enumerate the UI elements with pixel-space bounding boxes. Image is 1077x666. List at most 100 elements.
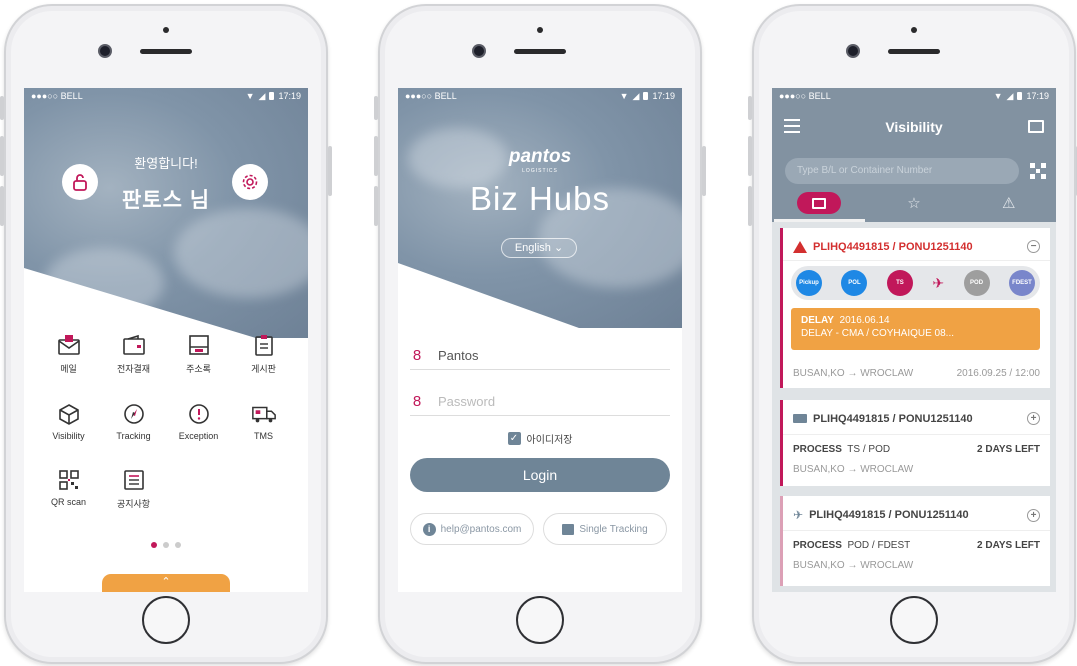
single-tracking-button[interactable]: Single Tracking: [543, 513, 667, 545]
menu-board[interactable]: 게시판: [231, 332, 296, 375]
days-left: 2 DAYS LEFT: [977, 540, 1040, 551]
page-dot[interactable]: [163, 542, 169, 548]
menu-label: 메일: [60, 364, 77, 374]
page-dot-active[interactable]: [151, 542, 157, 548]
menu-tms[interactable]: TMS: [231, 401, 296, 441]
process-label: PROCESS: [793, 540, 842, 551]
help-email-button[interactable]: i help@pantos.com: [410, 513, 534, 545]
delay-alert: DELAY 2016.06.14 DELAY - CMA / COYHAIQUE…: [791, 308, 1040, 350]
wifi-icon: ▼: [245, 91, 255, 101]
clipboard-icon: [251, 332, 277, 358]
expand-icon[interactable]: +: [1027, 412, 1040, 425]
remember-id[interactable]: ✓ 아이디저장: [398, 431, 682, 446]
step-pol: POL: [841, 270, 868, 296]
menu-label: 전자결재: [116, 364, 151, 374]
home-button[interactable]: [516, 596, 564, 644]
pull-up-tab[interactable]: ⌃: [102, 574, 230, 592]
mute-switch: [374, 96, 378, 120]
menu-label: Exception: [178, 431, 219, 441]
compass-icon: [121, 401, 147, 427]
brand-tagline: LOGISTICS: [522, 168, 558, 174]
menu-approval[interactable]: 전자결재: [101, 332, 166, 375]
menu-label: 주소록: [186, 364, 211, 374]
status-bar: ●●●○○ BELL ▼ ◢ 17:19: [398, 88, 682, 104]
password-field[interactable]: 8 Password: [410, 388, 670, 416]
shipment-card[interactable]: PLIHQ4491815 / PONU1251140 + PROCESS TS …: [780, 400, 1050, 486]
route-progress: Pickup POL TS ✈ POD FDEST: [791, 266, 1040, 300]
home-button[interactable]: [890, 596, 938, 644]
sensor: [911, 27, 917, 33]
status-bar: ●●●○○ BELL ▼ ◢ 17:19: [24, 88, 308, 104]
step-pickup: Pickup: [796, 270, 822, 296]
tab-alerts[interactable]: ⚠: [961, 188, 1056, 218]
phone-home: ●●●○○ BELL ▼ ◢ 17:19 환영합니다! 판토스 님 메일 전자결재 …: [0, 4, 332, 664]
search-input[interactable]: Type B/L or Container Number: [785, 158, 1019, 184]
wifi-icon: ▼: [993, 91, 1003, 101]
carrier: ●●●○○ BELL: [779, 91, 831, 101]
step-pod: POD: [963, 270, 990, 296]
menu-visibility[interactable]: Visibility: [36, 401, 101, 441]
phone-login: ●●●○○ BELL ▼ ◢ 17:19 pantos LOGISTICS Biz …: [374, 4, 706, 664]
single-tracking-label: Single Tracking: [579, 523, 648, 535]
page-title: Visibility: [885, 119, 943, 135]
earpiece: [888, 49, 940, 54]
language-select[interactable]: English ⌄: [501, 238, 577, 258]
username-field[interactable]: 8 Pantos: [410, 342, 670, 370]
checkbox-checked-icon[interactable]: ✓: [507, 432, 521, 445]
menu-address-book[interactable]: 주소록: [166, 332, 231, 375]
shipment-id: PLIHQ4491815 / PONU1251140: [809, 509, 969, 521]
app-menu-grid: 메일 전자결재 주소록 게시판 Visibility Tracking Exce…: [36, 332, 296, 510]
menu-exception[interactable]: Exception: [166, 401, 231, 441]
login-button[interactable]: Login: [410, 458, 670, 492]
volume-up-button: [748, 136, 752, 176]
folder-icon[interactable]: [1028, 120, 1044, 133]
front-camera: [100, 46, 110, 56]
delay-date: 2016.06.14: [839, 315, 890, 326]
route: BUSAN,KO → WROCLAW: [793, 560, 914, 571]
tab-bar: ☆ ⚠: [772, 188, 1056, 222]
volume-up-button: [374, 136, 378, 176]
step-fdest: FDEST: [1009, 270, 1035, 296]
lock-button[interactable]: [62, 164, 98, 200]
page-dot[interactable]: [175, 542, 181, 548]
star-icon: ☆: [907, 195, 921, 212]
tab-favorites[interactable]: ☆: [867, 188, 962, 218]
process-label: PROCESS: [793, 444, 842, 455]
language-label: English: [514, 242, 551, 254]
days-left: 2 DAYS LEFT: [977, 444, 1040, 455]
card-header: ✈ PLIHQ4491815 / PONU1251140 +: [793, 508, 1040, 522]
route-row: BUSAN,KO → WROCLAW 2016.09.25 / 12:00: [793, 368, 1040, 379]
earpiece: [514, 49, 566, 54]
plane-icon: ✈: [932, 274, 945, 291]
collapse-icon[interactable]: −: [1027, 240, 1040, 253]
sensor: [163, 27, 169, 33]
sensor: [537, 27, 543, 33]
menu-tracking[interactable]: Tracking: [101, 401, 166, 441]
settings-button[interactable]: [232, 164, 268, 200]
menu-label: Visibility: [52, 431, 85, 441]
menu-label: 공지사항: [116, 499, 151, 509]
volume-down-button: [748, 186, 752, 226]
battery-icon: [269, 92, 275, 100]
page-indicator: [24, 542, 308, 548]
shipment-card[interactable]: ✈ PLIHQ4491815 / PONU1251140 + PROCESS P…: [780, 496, 1050, 586]
qr-scan-icon[interactable]: [1030, 163, 1046, 179]
home-screen: ●●●○○ BELL ▼ ◢ 17:19 환영합니다! 판토스 님 메일 전자결재 …: [24, 88, 308, 592]
expand-icon[interactable]: +: [1027, 508, 1040, 522]
help-label: help@pantos.com: [440, 523, 522, 535]
menu-mail[interactable]: 메일: [36, 332, 101, 375]
shipment-card-delay[interactable]: PLIHQ4491815 / PONU1251140 − Pickup POL …: [780, 228, 1050, 388]
user-icon: 8: [412, 347, 422, 364]
menu-notice[interactable]: 공지사항: [101, 467, 166, 510]
card-header: PLIHQ4491815 / PONU1251140 −: [793, 240, 1040, 253]
wallet-icon: [121, 332, 147, 358]
menu-qr-scan[interactable]: QR scan: [36, 467, 101, 510]
tab-shipments[interactable]: [772, 188, 867, 222]
battery-icon: [1017, 92, 1023, 100]
home-button[interactable]: [142, 596, 190, 644]
step-ts: TS: [886, 270, 913, 296]
clock: 17:19: [278, 91, 301, 101]
route: BUSAN,KO → WROCLAW: [793, 368, 914, 379]
menu-label: 게시판: [251, 364, 276, 374]
warning-icon: ⚠: [1001, 195, 1016, 212]
